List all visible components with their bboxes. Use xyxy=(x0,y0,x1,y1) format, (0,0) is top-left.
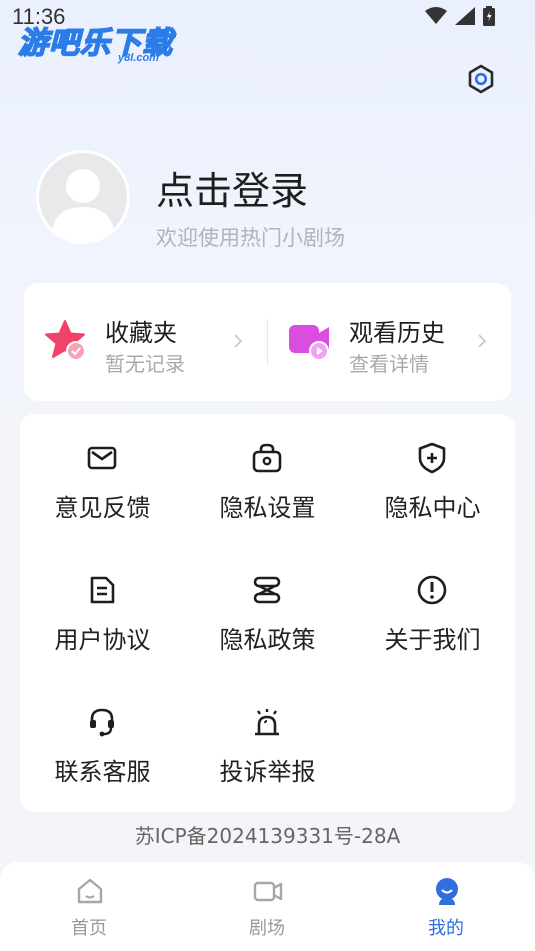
privacy-policy-label: 隐私政策 xyxy=(219,626,316,654)
privacy-policy-item[interactable]: 隐私政策 xyxy=(185,546,350,666)
watermark-sub: y8l.com xyxy=(118,52,159,64)
privacy-center-item[interactable]: 隐私中心 xyxy=(350,414,515,534)
about-us-item[interactable]: 关于我们 xyxy=(350,546,515,666)
signal-icon xyxy=(455,7,475,25)
wifi-icon xyxy=(425,7,447,24)
login-title[interactable]: 点击登录 xyxy=(156,160,308,215)
customer-service-item[interactable]: 联系客服 xyxy=(20,678,185,798)
privacy-center-label: 隐私中心 xyxy=(384,494,481,522)
user-agreement-label: 用户协议 xyxy=(54,626,151,654)
report-label: 投诉举报 xyxy=(219,758,316,786)
status-icons xyxy=(425,6,495,26)
favorites-subtitle: 暂无记录 xyxy=(105,352,185,376)
document-icon xyxy=(90,576,115,604)
info-icon xyxy=(417,575,447,605)
icp-record[interactable]: 苏ICP备2024139331号-28A xyxy=(0,820,535,849)
tab-theater[interactable]: 剧场 xyxy=(212,876,322,946)
tab-mine[interactable]: 我的 xyxy=(391,876,501,946)
history-title: 观看历史 xyxy=(349,319,445,347)
default-avatar-icon xyxy=(51,169,115,241)
watermark-logo: 游吧乐下载 y8l.com xyxy=(17,18,188,66)
tab-theater-label: 剧场 xyxy=(249,918,285,939)
privacy-settings-item[interactable]: 隐私设置 xyxy=(185,414,350,534)
lock-bag-icon xyxy=(252,443,282,473)
headset-icon xyxy=(90,708,114,737)
customer-service-label: 联系客服 xyxy=(54,758,151,786)
welcome-text: 欢迎使用热门小剧场 xyxy=(156,226,345,250)
star-icon xyxy=(45,320,86,361)
feedback-label: 意见反馈 xyxy=(54,494,151,522)
avatar[interactable] xyxy=(36,150,130,244)
home-icon xyxy=(77,878,103,904)
profile-icon xyxy=(436,878,458,905)
alarm-icon xyxy=(255,709,279,736)
video-camera-icon xyxy=(253,881,283,902)
shield-plus-icon xyxy=(418,442,446,474)
video-history-icon xyxy=(289,325,329,361)
report-item[interactable]: 投诉举报 xyxy=(185,678,350,798)
mail-icon xyxy=(87,446,117,470)
quick-links-card: 收藏夹 暂无记录 观看历史 查看详情 xyxy=(24,283,511,401)
tab-home-label: 首页 xyxy=(71,918,107,939)
about-us-label: 关于我们 xyxy=(384,626,481,654)
policy-icon xyxy=(253,576,281,604)
chevron-right-icon xyxy=(234,334,243,348)
tab-mine-label: 我的 xyxy=(428,918,464,939)
user-agreement-item[interactable]: 用户协议 xyxy=(20,546,185,666)
favorites-link[interactable]: 收藏夹 暂无记录 xyxy=(24,283,267,401)
settings-button[interactable] xyxy=(465,63,497,95)
tab-home[interactable]: 首页 xyxy=(34,876,144,946)
profile-section[interactable]: 点击登录 欢迎使用热门小剧场 xyxy=(36,150,506,250)
privacy-settings-label: 隐私设置 xyxy=(219,494,316,522)
history-subtitle: 查看详情 xyxy=(349,352,429,376)
feedback-item[interactable]: 意见反馈 xyxy=(20,414,185,534)
watch-history-link[interactable]: 观看历史 查看详情 xyxy=(268,283,511,401)
bottom-tab-bar: 首页 剧场 我的 xyxy=(0,862,535,951)
watermark-text: 游吧乐下载 xyxy=(17,25,173,62)
battery-icon xyxy=(483,6,495,26)
gear-icon xyxy=(468,64,494,94)
chevron-right-icon xyxy=(478,334,487,348)
menu-grid-card: 意见反馈 隐私设置 隐私中心 用户协议 隐私政策 关于我们 联系客服 投诉举报 xyxy=(20,414,515,812)
favorites-title: 收藏夹 xyxy=(105,319,177,347)
